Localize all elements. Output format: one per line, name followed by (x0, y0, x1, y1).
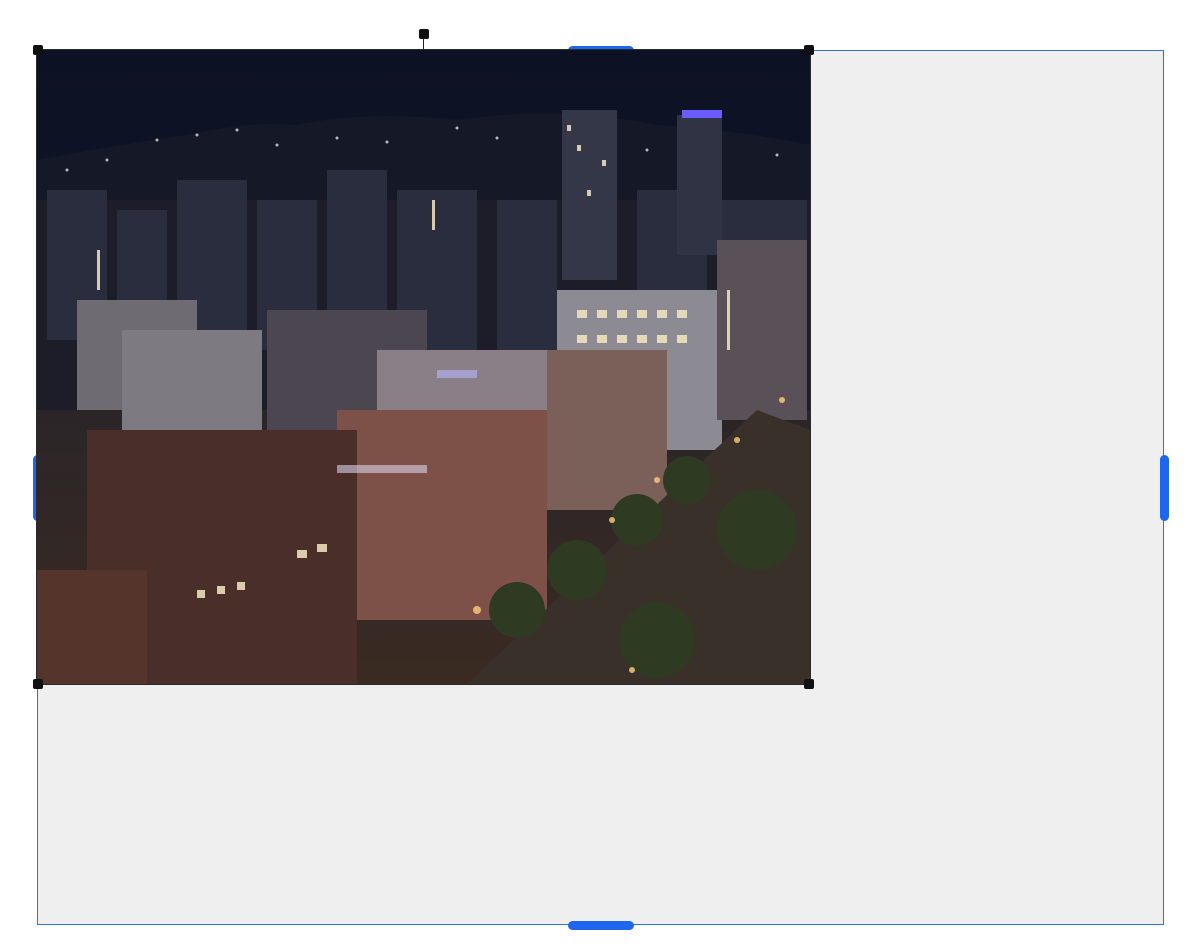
resize-handle-bottom-right[interactable] (804, 679, 814, 689)
resize-handle-bottom-left[interactable] (33, 679, 43, 689)
resize-handle-top-right[interactable] (804, 45, 814, 55)
selected-image[interactable] (36, 49, 811, 685)
rotate-handle[interactable] (419, 29, 429, 39)
resize-handle-top-left[interactable] (33, 45, 43, 55)
crop-handle-bottom[interactable] (568, 921, 634, 930)
crop-handle-right[interactable] (1160, 455, 1169, 521)
city-night-photo (37, 50, 810, 684)
